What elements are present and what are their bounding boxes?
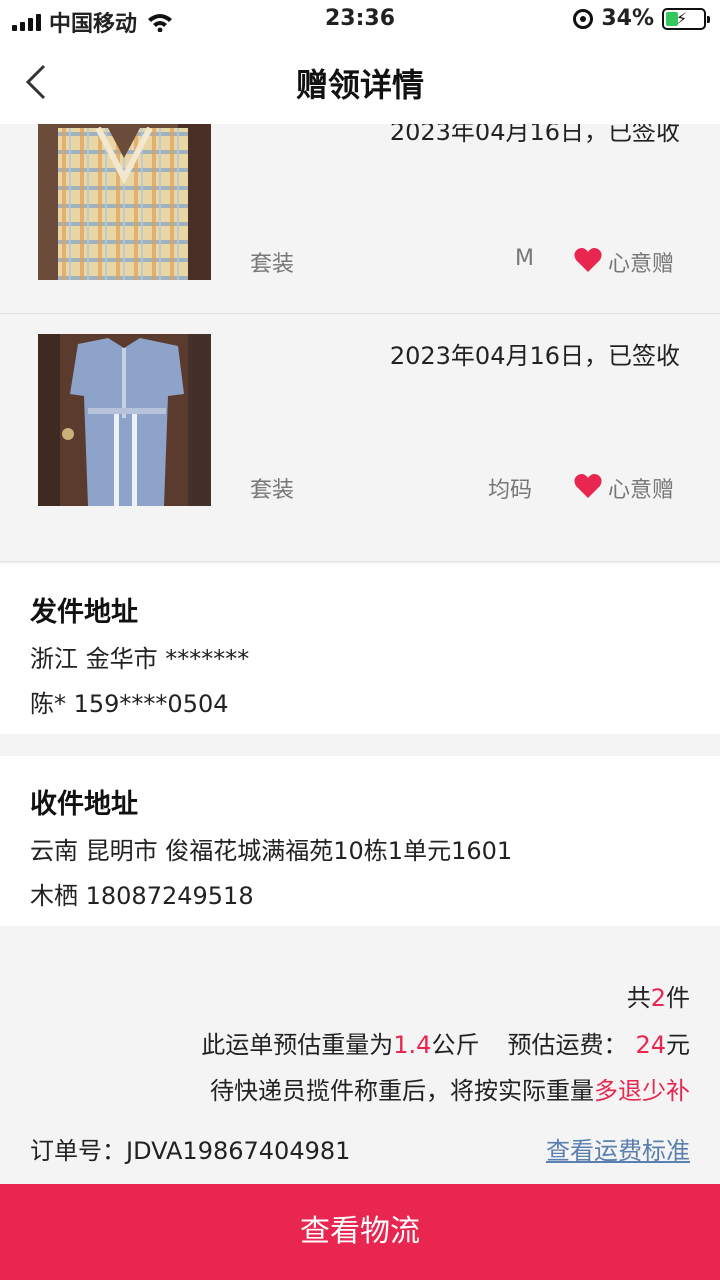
receiver-address-title: 收件地址 xyxy=(30,789,138,820)
fee-standard-link[interactable]: 查看运费标准 xyxy=(546,1131,690,1166)
item-count: 2 xyxy=(650,984,666,1012)
weight-unit: 公斤 xyxy=(431,1031,480,1059)
item-date-status: 2023年04月16日，已签收 xyxy=(389,124,680,146)
item-type: 套装 xyxy=(250,252,295,277)
item-gift-tag: 心意赠 xyxy=(608,478,675,503)
item-thumbnail[interactable] xyxy=(38,124,211,280)
item-count-line: 共2件 xyxy=(627,978,690,1013)
view-logistics-button[interactable]: 查看物流 xyxy=(0,1184,720,1280)
item-gift-tag: 心意赠 xyxy=(608,252,675,277)
fee-unit: 元 xyxy=(666,1031,690,1059)
heart-icon xyxy=(574,474,602,498)
blue-dress-image xyxy=(38,334,211,506)
order-number: 订单号：JDVA19867404981 xyxy=(30,1137,351,1165)
page-title: 赠领详情 xyxy=(295,66,424,104)
receiver-address-section: 收件地址 云南 昆明市 俊福花城满福苑10栋1单元1601 木栖 1808724… xyxy=(0,756,720,926)
estimated-weight: 1.4 xyxy=(393,1031,432,1059)
sender-address-section: 发件地址 浙江 金华市 ******* 陈* 159****0504 xyxy=(0,564,720,734)
receiver-contact: 木栖 18087249518 xyxy=(30,882,254,910)
item-type: 套装 xyxy=(250,478,295,503)
gift-item-card[interactable]: 2023年04月16日，已签收 套装 M 心意赠 xyxy=(0,124,720,314)
item-size: M xyxy=(515,246,534,271)
weight-prefix: 此运单预估重量为 xyxy=(201,1031,394,1059)
sender-contact: 陈* 159****0504 xyxy=(30,690,229,718)
sender-region: 浙江 金华市 ******* xyxy=(30,645,250,673)
item-size: 均码 xyxy=(488,478,533,503)
status-right: 34% ⚡ xyxy=(573,6,710,31)
battery-icon: ⚡ xyxy=(662,7,710,30)
charging-bolt-icon: ⚡ xyxy=(676,8,688,28)
note-highlight: 多退少补 xyxy=(594,1077,690,1105)
note-prefix: 待快递员揽件称重后，将按实际重量 xyxy=(210,1077,594,1105)
count-prefix: 共 xyxy=(626,984,651,1012)
count-suffix: 件 xyxy=(666,984,690,1012)
status-bar: 中国移动 23:36 34% ⚡ xyxy=(0,0,720,40)
plaid-dress-image xyxy=(38,124,211,280)
weight-note-line: 待快递员揽件称重后，将按实际重量多退少补 xyxy=(210,1071,690,1106)
heart-icon xyxy=(574,248,602,272)
estimated-fee: 24 xyxy=(635,1031,666,1059)
rotation-lock-icon xyxy=(573,8,594,29)
fee-label: 预估运费： xyxy=(507,1031,628,1059)
nav-bar: 赠领详情 xyxy=(0,40,720,124)
weight-fee-line: 此运单预估重量为1.4公斤 预估运费： 24元 xyxy=(201,1025,690,1060)
battery-percent: 34% xyxy=(601,6,654,31)
item-thumbnail[interactable] xyxy=(38,334,211,506)
item-date-status: 2023年04月16日，已签收 xyxy=(389,342,680,370)
receiver-region: 云南 昆明市 俊福花城满福苑10栋1单元1601 xyxy=(30,837,513,865)
sender-address-title: 发件地址 xyxy=(30,597,138,628)
gift-item-card[interactable]: 2023年04月16日，已签收 套装 均码 心意赠 xyxy=(0,314,720,562)
